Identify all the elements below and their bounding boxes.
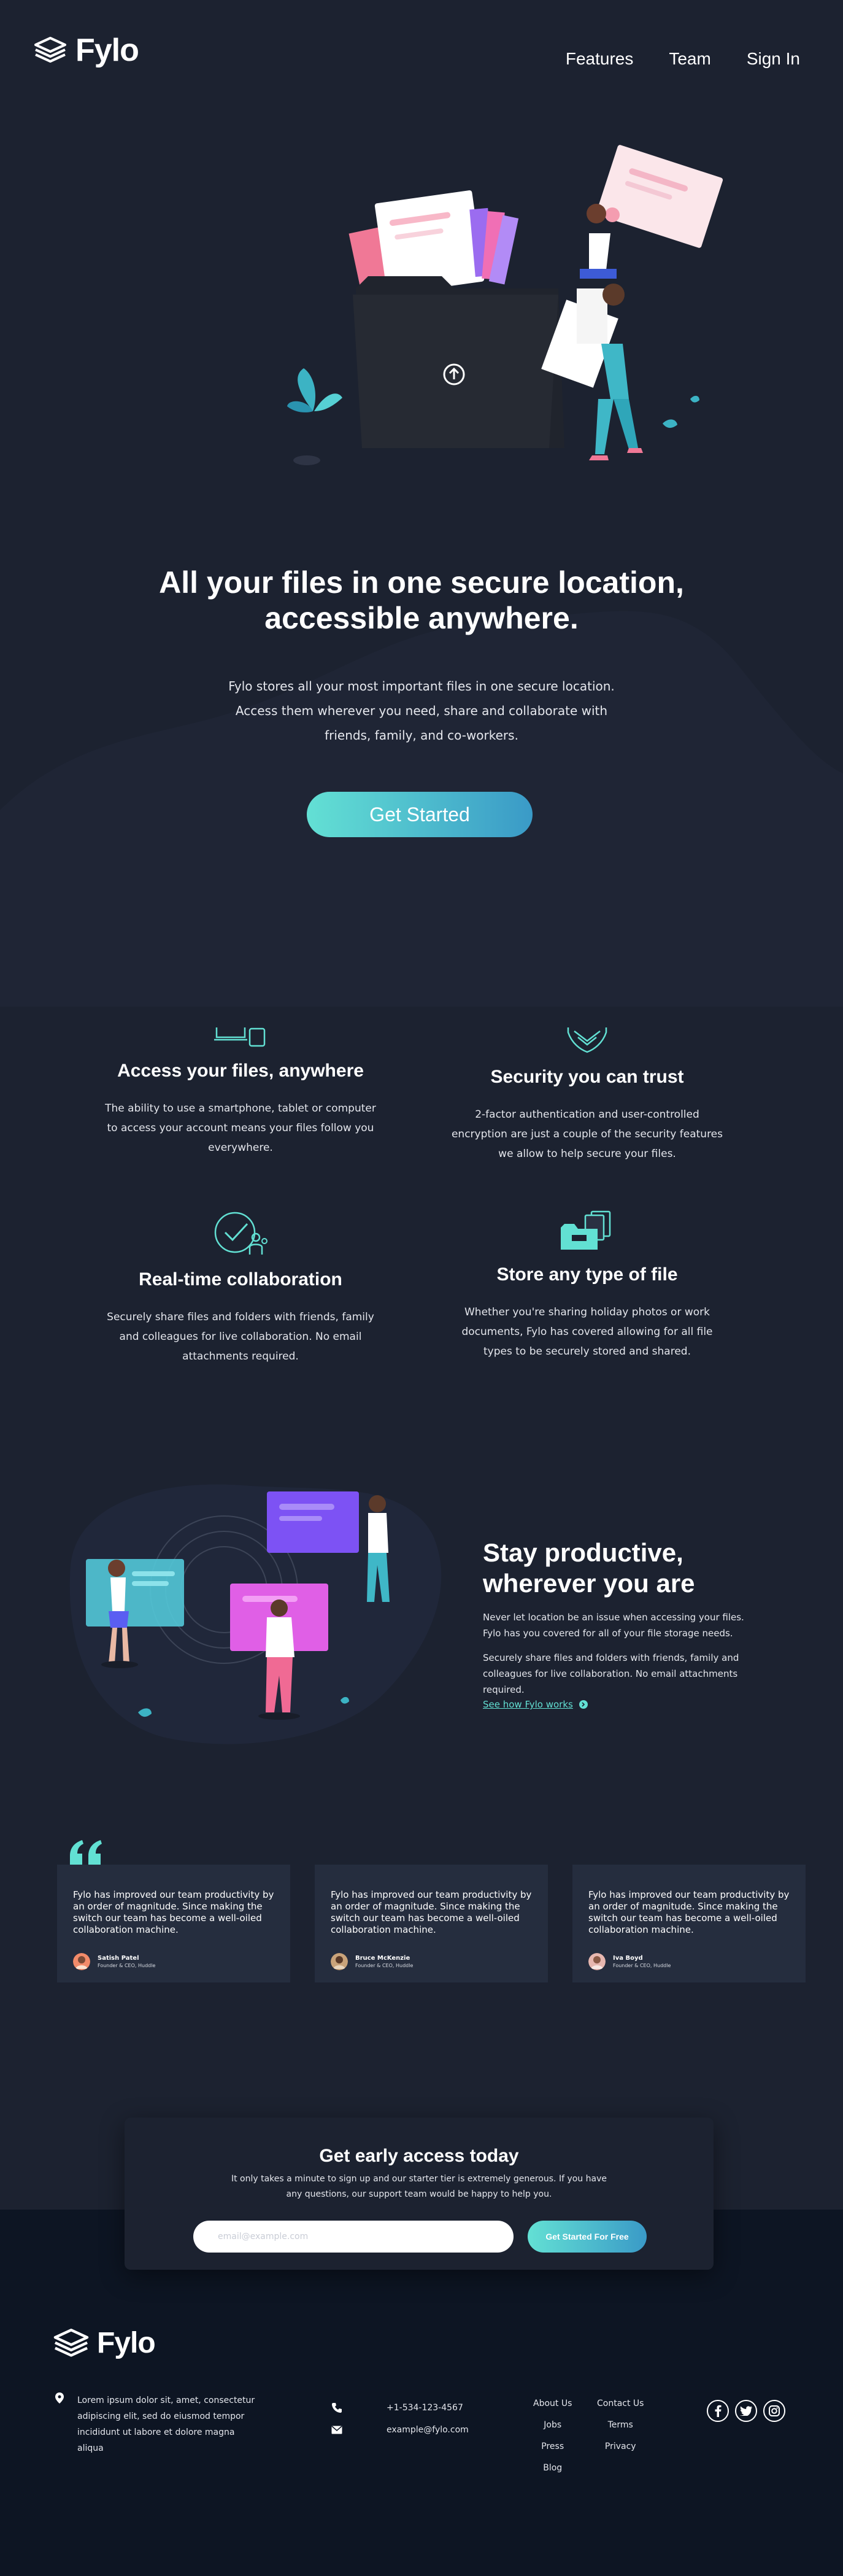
instagram-link[interactable] (763, 2400, 785, 2422)
shield-icon (567, 1027, 607, 1053)
early-access-text: It only takes a minute to sign up and ou… (231, 2174, 607, 2199)
feature-text: Whether you're sharing holiday photos or… (461, 1306, 713, 1358)
get-started-free-button[interactable]: Get Started For Free (528, 2221, 647, 2253)
footer-links-col-1: About Us Jobs Press Blog (533, 2399, 572, 2473)
early-access-card: Get early access today It only takes a m… (125, 2118, 714, 2270)
feature-security: Security you can trust 2-factor authenti… (446, 1026, 728, 1164)
testimonial-text: Fylo has improved our team productivity … (73, 1889, 274, 1935)
phone-number[interactable]: +1-534-123-4567 (387, 2403, 463, 2413)
folder-files-icon (561, 1210, 611, 1250)
logo-text: Fylo (75, 33, 139, 68)
testimonial-role: Founder & CEO, Huddle (355, 1963, 414, 1968)
feature-text: The ability to use a smartphone, tablet … (105, 1102, 376, 1154)
footer-logo[interactable]: Fylo (53, 2326, 156, 2360)
feature-title: Security you can trust (490, 1067, 684, 1087)
devices-icon (214, 1027, 266, 1047)
footer-link-blog[interactable]: Blog (543, 2463, 562, 2473)
site-header: Fylo Features Team Sign In (0, 0, 843, 110)
testimonial-name: Iva Boyd (613, 1955, 643, 1962)
testimonial-name: Bruce McKenzie (355, 1955, 410, 1962)
footer-link-terms[interactable]: Terms (608, 2420, 633, 2430)
logo-icon (34, 37, 66, 63)
location-icon (55, 2392, 64, 2404)
feature-text: 2-factor authentication and user-control… (451, 1108, 723, 1160)
footer-email: example@fylo.com (331, 2425, 469, 2435)
footer-link-about[interactable]: About Us (533, 2399, 572, 2408)
footer-phone: +1-534-123-4567 (331, 2402, 463, 2413)
feature-collaboration: Real-time collaboration Securely share f… (99, 1210, 382, 1366)
header-logo[interactable]: Fylo (34, 32, 139, 69)
testimonial-card: Fylo has improved our team productivity … (57, 1865, 290, 1982)
twitter-icon (740, 2406, 752, 2416)
footer-link-press[interactable]: Press (541, 2442, 564, 2451)
early-access-title: Get early access today (319, 2146, 519, 2166)
productive-paragraph-1: Never let location be an issue when acce… (483, 1612, 744, 1639)
testimonial-text: Fylo has improved our team productivity … (331, 1889, 532, 1935)
social-links (707, 2400, 785, 2422)
hero-text: Fylo stores all your most important file… (228, 679, 615, 743)
productive-illustration (69, 1484, 442, 1744)
get-started-button[interactable]: Get Started (307, 792, 533, 837)
address-text: Lorem ipsum dolor sit, amet, consectetur… (77, 2396, 255, 2453)
footer-link-privacy[interactable]: Privacy (605, 2442, 636, 2451)
avatar (73, 1953, 90, 1970)
phone-icon (332, 2403, 342, 2413)
testimonial-author: Satish Patel Founder & CEO, Huddle (73, 1953, 274, 1970)
email-address[interactable]: example@fylo.com (387, 2425, 469, 2435)
logo-text: Fylo (97, 2327, 156, 2359)
hero-title: All your files in one secure location, a… (159, 565, 684, 635)
testimonial-role: Founder & CEO, Huddle (98, 1963, 156, 1968)
footer-links-col-2: Contact Us Terms Privacy (597, 2399, 644, 2451)
quote-icon (70, 1840, 102, 1867)
arrow-circle-icon (579, 1700, 588, 1709)
facebook-link[interactable] (707, 2400, 729, 2422)
nav-link-features[interactable]: Features (566, 49, 634, 69)
productive-title: Stay productive, wherever you are (483, 1538, 695, 1598)
email-input[interactable] (193, 2221, 514, 2253)
logo-icon (53, 2328, 89, 2357)
testimonial-card: Fylo has improved our team productivity … (572, 1865, 806, 1982)
see-how-link[interactable]: See how Fylo works (483, 1699, 588, 1710)
hero-illustration (287, 145, 723, 465)
twitter-link[interactable] (735, 2400, 757, 2422)
feature-title: Real-time collaboration (139, 1269, 342, 1290)
main-nav: Features Team Sign In (566, 49, 800, 69)
feature-title: Access your files, anywhere (117, 1061, 364, 1081)
facebook-icon (715, 2405, 722, 2417)
collaboration-icon (214, 1212, 268, 1255)
testimonial-text: Fylo has improved our team productivity … (588, 1889, 790, 1935)
testimonial-author: Bruce McKenzie Founder & CEO, Huddle (331, 1953, 532, 1970)
avatar (588, 1953, 606, 1970)
testimonial-role: Founder & CEO, Huddle (613, 1963, 671, 1968)
testimonial-card: Fylo has improved our team productivity … (315, 1865, 548, 1982)
feature-title: Store any type of file (496, 1264, 678, 1285)
email-icon (331, 2426, 342, 2434)
footer-link-jobs[interactable]: Jobs (544, 2420, 561, 2430)
feature-text: Securely share files and folders with fr… (107, 1311, 374, 1363)
testimonial-author: Iva Boyd Founder & CEO, Huddle (588, 1953, 790, 1970)
footer-address: Lorem ipsum dolor sit, amet, consectetur… (55, 2392, 261, 2456)
nav-link-team[interactable]: Team (669, 49, 710, 69)
footer-link-contact[interactable]: Contact Us (597, 2399, 644, 2408)
productive-paragraph-2: Securely share files and folders with fr… (483, 1652, 739, 1695)
testimonial-name: Satish Patel (98, 1955, 139, 1962)
feature-file-types: Store any type of file Whether you're sh… (446, 1210, 728, 1361)
see-how-link-label: See how Fylo works (483, 1699, 573, 1710)
instagram-icon (769, 2405, 780, 2416)
avatar (331, 1953, 348, 1970)
nav-link-sign-in[interactable]: Sign In (747, 49, 800, 69)
feature-access-anywhere: Access your files, anywhere The ability … (99, 1026, 382, 1158)
